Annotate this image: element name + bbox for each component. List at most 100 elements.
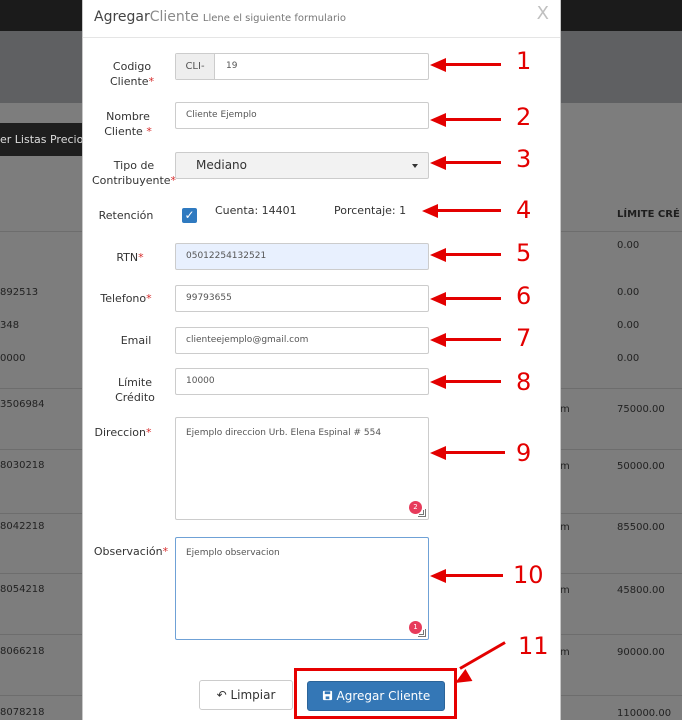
rtn-field	[175, 243, 429, 270]
required-mark: *	[148, 75, 155, 88]
limite-credito-input[interactable]	[186, 369, 406, 394]
annotation-number: 4	[516, 196, 532, 224]
background-cell: 0000	[0, 353, 26, 364]
email-label: Email	[120, 334, 152, 347]
resize-handle-icon[interactable]	[418, 509, 426, 517]
codigo-cliente-label: Codigo Cliente*	[99, 59, 165, 89]
save-icon	[322, 690, 332, 701]
limpiar-button[interactable]: ↶ Limpiar	[199, 680, 293, 710]
annotation-number: 11	[518, 632, 549, 660]
arrow-line	[446, 253, 501, 256]
observacion-label-text: Observación	[93, 545, 163, 558]
background-cell: 8054218	[0, 584, 45, 595]
email-input[interactable]	[186, 328, 406, 353]
telefono-input[interactable]	[186, 286, 406, 311]
background-cell: 0.00	[617, 353, 640, 364]
annotation-number: 7	[516, 324, 532, 352]
codigo-label-line1: Codigo	[112, 60, 152, 73]
limite-credito-label: Límite Crédito	[102, 375, 168, 405]
codigo-cliente-field: CLI-	[175, 53, 429, 80]
arrow-head-icon	[430, 569, 446, 583]
codigo-cliente-input[interactable]	[226, 54, 416, 79]
tipo-contribuyente-label: Tipo de Contribuyente*	[89, 158, 179, 188]
background-limite-credito-header: LÍMITE CRÉ	[617, 209, 680, 220]
annotation-number: 5	[516, 239, 532, 267]
arrow-line	[446, 118, 501, 121]
arrow-line	[446, 451, 505, 454]
observacion-textarea[interactable]: Ejemplo observacion 1	[175, 537, 429, 640]
arrow-head-icon	[430, 156, 446, 170]
modal-header: AgregarCliente Llene el siguiente formula…	[83, 0, 560, 38]
codigo-prefix-addon: CLI-	[176, 54, 215, 79]
retencion-cuenta: Cuenta: 14401	[215, 204, 297, 217]
agregar-cliente-label: Agregar Cliente	[336, 689, 431, 703]
retencion-label: Retención	[98, 209, 154, 222]
required-mark: *	[138, 251, 144, 264]
background-cell: 45800.00	[617, 585, 665, 596]
background-cell: 75000.00	[617, 404, 665, 415]
resize-handle-icon[interactable]	[418, 629, 426, 637]
annotation-number: 1	[516, 47, 532, 75]
arrow-line	[446, 297, 501, 300]
background-cell: 892513	[0, 287, 39, 298]
annotation-number: 10	[513, 561, 544, 589]
chevron-down-icon	[412, 164, 418, 168]
background-cell: 8042218	[0, 521, 45, 532]
required-mark: *	[162, 545, 169, 558]
direccion-label-text: Direccion	[94, 426, 146, 439]
tipo-label-line2: Contribuyente	[91, 174, 171, 187]
arrow-head-icon	[430, 58, 446, 72]
email-field	[175, 327, 429, 354]
nombre-label-line1: Nombre	[106, 110, 150, 123]
arrow-head-icon	[430, 248, 446, 262]
arrow-head-icon	[430, 446, 446, 460]
tipo-label-line1: Tipo de	[113, 159, 155, 172]
arrow-head-icon	[430, 375, 446, 389]
check-icon: ✓	[184, 208, 195, 222]
background-listas-precios-button: er Listas Precios	[0, 123, 84, 156]
background-cell: 50000.00	[617, 461, 665, 472]
direccion-textarea[interactable]: Ejemplo direccion Urb. Elena Espinal # 5…	[175, 417, 429, 520]
background-cell: 85500.00	[617, 522, 665, 533]
codigo-label-line2: Cliente	[109, 75, 149, 88]
arrow-line	[446, 338, 501, 341]
background-cell: m	[560, 461, 570, 472]
arrow-head-icon	[422, 204, 438, 218]
background-cell: 8078218	[0, 707, 45, 718]
background-cell: m	[560, 404, 570, 415]
tipo-contribuyente-select[interactable]: Mediano	[175, 152, 429, 179]
background-cell: 3506984	[0, 399, 45, 410]
telefono-label: Telefono*	[93, 291, 159, 306]
arrow-line	[438, 209, 501, 212]
undo-icon: ↶	[216, 688, 227, 702]
background-cell: 0.00	[617, 240, 640, 251]
agregar-cliente-button[interactable]: Agregar Cliente	[307, 681, 445, 711]
rtn-label-text: RTN	[116, 251, 139, 264]
arrow-line	[446, 380, 501, 383]
limite-credito-field	[175, 368, 429, 395]
background-cell: 8030218	[0, 460, 45, 471]
annotation-number: 6	[516, 282, 532, 310]
direccion-label: Direccion*	[90, 425, 156, 440]
limite-label-line1: Límite	[117, 376, 153, 389]
nombre-cliente-input[interactable]	[186, 103, 406, 128]
arrow-head-icon	[430, 333, 446, 347]
close-icon[interactable]: X	[537, 3, 549, 24]
telefono-field	[175, 285, 429, 312]
arrow-line	[446, 161, 501, 164]
nombre-cliente-field	[175, 102, 429, 129]
retencion-porcentaje: Porcentaje: 1	[334, 204, 407, 217]
limite-label-line2: Crédito	[115, 391, 155, 404]
required-mark: *	[145, 426, 152, 439]
modal-subtitle: Llene el siguiente formulario	[202, 13, 346, 24]
required-mark: *	[146, 125, 152, 138]
annotation-number: 3	[516, 145, 532, 173]
modal-title: AgregarCliente Llene el siguiente formula…	[94, 9, 346, 25]
background-cell: 8066218	[0, 646, 45, 657]
modal-title-strong: Agregar	[94, 9, 150, 25]
retencion-checkbox[interactable]: ✓	[182, 208, 197, 223]
background-cell: 0.00	[617, 287, 640, 298]
rtn-input[interactable]	[186, 244, 406, 269]
arrow-head-icon	[430, 292, 446, 306]
background-cell: m	[560, 647, 570, 658]
